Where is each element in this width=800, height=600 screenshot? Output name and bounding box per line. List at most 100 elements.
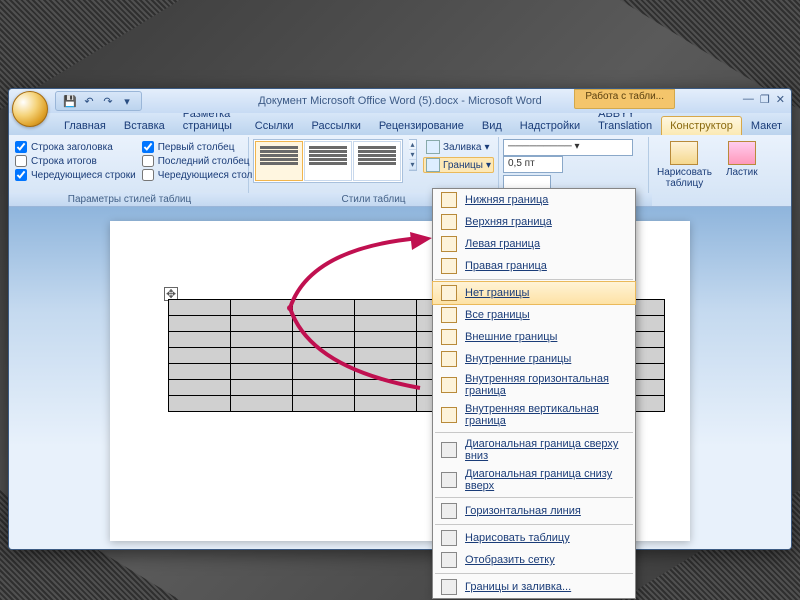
table-cell[interactable] (355, 380, 417, 396)
dropdown-label: Нижняя граница (465, 194, 548, 206)
table-cell[interactable] (169, 364, 231, 380)
pen-style-select[interactable]: ───────── ▾ (503, 139, 633, 156)
dropdown-item[interactable]: Диагональная граница снизу вверх (433, 465, 635, 495)
quick-access-toolbar: 💾 ↶ ↷ ▾ (55, 91, 142, 111)
document-area[interactable]: ✥ (9, 207, 791, 549)
word-window: 💾 ↶ ↷ ▾ Документ Microsoft Office Word (… (8, 88, 792, 550)
qat-more-icon[interactable]: ▾ (119, 93, 135, 109)
table-cell[interactable] (355, 316, 417, 332)
dropdown-item[interactable]: Отобразить сетку (433, 549, 635, 571)
chk-label: Первый столбец (158, 142, 235, 153)
table-cell[interactable] (355, 332, 417, 348)
dropdown-item[interactable]: Все границы (433, 304, 635, 326)
dropdown-item[interactable]: Верхняя граница (433, 211, 635, 233)
table-cell[interactable] (355, 300, 417, 316)
table-cell[interactable] (293, 380, 355, 396)
table-cell[interactable] (293, 396, 355, 412)
save-icon[interactable]: 💾 (62, 93, 78, 109)
table-cell[interactable] (169, 300, 231, 316)
border-type-icon (441, 351, 457, 367)
title-bar[interactable]: 💾 ↶ ↷ ▾ Документ Microsoft Office Word (… (9, 89, 791, 113)
border-type-icon (441, 579, 457, 595)
chk-label: Строка итогов (31, 156, 97, 167)
table-cell[interactable] (293, 300, 355, 316)
minimize-button[interactable]: — (743, 93, 754, 106)
table-cell[interactable] (231, 316, 293, 332)
office-button[interactable] (12, 91, 48, 127)
dropdown-item[interactable]: Нижняя граница (433, 189, 635, 211)
chk-total-row[interactable]: Строка итогов (15, 155, 136, 167)
pen-weight-select[interactable]: 0,5 пт (503, 156, 563, 173)
style-thumb[interactable] (255, 141, 303, 181)
table-cell[interactable] (355, 396, 417, 412)
dropdown-item[interactable]: Внутренняя горизонтальная граница (433, 370, 635, 400)
label: Ластик (726, 167, 758, 178)
dropdown-item[interactable]: Горизонтальная линия (433, 500, 635, 522)
shading-button[interactable]: Заливка ▾ (423, 139, 494, 155)
border-type-icon (441, 236, 457, 252)
redo-icon[interactable]: ↷ (100, 93, 116, 109)
table-cell[interactable] (231, 300, 293, 316)
window-title: Документ Microsoft Office Word (5).docx … (258, 95, 542, 107)
table-cell[interactable] (355, 364, 417, 380)
tab-references[interactable]: Ссылки (246, 116, 303, 135)
table-cell[interactable] (293, 364, 355, 380)
style-thumb[interactable] (353, 141, 401, 181)
chk-header-row[interactable]: Строка заголовка (15, 141, 136, 153)
undo-icon[interactable]: ↶ (81, 93, 97, 109)
pencil-table-icon (670, 141, 698, 165)
table-cell[interactable] (231, 332, 293, 348)
table-cell[interactable] (169, 332, 231, 348)
dropdown-item[interactable]: Внутренние границы (433, 348, 635, 370)
window-controls: — ❐ ✕ (743, 93, 785, 106)
dropdown-label: Все границы (465, 309, 530, 321)
draw-table-button[interactable]: Нарисовать таблицу (653, 139, 716, 191)
dropdown-label: Границы и заливка... (465, 581, 571, 593)
border-type-icon (441, 503, 457, 519)
border-type-icon (441, 285, 457, 301)
table-cell[interactable] (293, 332, 355, 348)
close-button[interactable]: ✕ (776, 93, 785, 106)
dropdown-item[interactable]: Внешние границы (433, 326, 635, 348)
group-table-style-options: Строка заголовка Строка итогов Чередующи… (11, 137, 249, 206)
dropdown-item[interactable]: Внутренняя вертикальная граница (433, 400, 635, 430)
table-cell[interactable] (169, 316, 231, 332)
gallery-scroll[interactable]: ▴▾▾ (409, 139, 417, 171)
tab-design[interactable]: Конструктор (661, 116, 742, 135)
tab-insert[interactable]: Вставка (115, 116, 174, 135)
tab-mailings[interactable]: Рассылки (303, 116, 370, 135)
tab-home[interactable]: Главная (55, 116, 115, 135)
dropdown-label: Внутренняя горизонтальная граница (465, 373, 627, 397)
table-cell[interactable] (169, 380, 231, 396)
tab-layout[interactable]: Макет (742, 116, 791, 135)
dropdown-item[interactable]: Границы и заливка... (433, 576, 635, 598)
maximize-button[interactable]: ❐ (760, 93, 770, 106)
eraser-button[interactable]: Ластик (722, 139, 762, 180)
table-cell[interactable] (355, 348, 417, 364)
tab-review[interactable]: Рецензирование (370, 116, 473, 135)
dropdown-item[interactable]: Правая граница (433, 255, 635, 277)
table-cell[interactable] (169, 348, 231, 364)
dropdown-item[interactable]: Левая граница (433, 233, 635, 255)
table-cell[interactable] (169, 396, 231, 412)
chk-banded-rows[interactable]: Чередующиеся строки (15, 169, 136, 181)
dropdown-item[interactable]: Нет границы (433, 282, 635, 304)
dropdown-label: Внешние границы (465, 331, 557, 343)
group-draw: Нарисовать таблицу Ластик (649, 137, 749, 206)
styles-gallery[interactable] (253, 139, 403, 183)
ribbon: Строка заголовка Строка итогов Чередующи… (9, 135, 791, 207)
dropdown-item[interactable]: Диагональная граница сверху вниз (433, 435, 635, 465)
table-cell[interactable] (293, 316, 355, 332)
tab-view[interactable]: Вид (473, 116, 511, 135)
table-cell[interactable] (231, 364, 293, 380)
table-cell[interactable] (231, 396, 293, 412)
border-type-icon (441, 377, 457, 393)
table-cell[interactable] (293, 348, 355, 364)
tab-addins[interactable]: Надстройки (511, 116, 589, 135)
separator (435, 573, 633, 574)
style-thumb[interactable] (304, 141, 352, 181)
dropdown-item[interactable]: Нарисовать таблицу (433, 527, 635, 549)
table-cell[interactable] (231, 348, 293, 364)
table-cell[interactable] (231, 380, 293, 396)
borders-button[interactable]: Границы ▾ (423, 157, 494, 173)
